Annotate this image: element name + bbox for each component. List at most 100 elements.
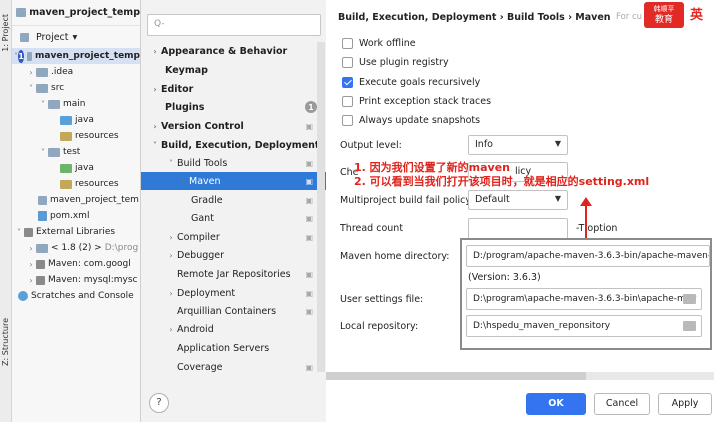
- logo-top-text: 韩顺平: [653, 5, 675, 13]
- maven-home-label: Maven home directory:: [340, 251, 450, 262]
- nav-label: Gant: [191, 212, 214, 224]
- maven-home-input[interactable]: D:/program/apache-maven-3.6.3-bin/apache…: [466, 245, 710, 267]
- tree-item-pom[interactable]: pom.xml: [12, 208, 140, 224]
- nav-compiler[interactable]: › Compiler ▣: [141, 228, 327, 246]
- folder-icon[interactable]: [683, 294, 696, 304]
- help-button[interactable]: ?: [149, 393, 169, 413]
- tree-item-label: Scratches and Console: [31, 291, 134, 301]
- project-scope-icon: ▣: [305, 158, 313, 168]
- chevron-down-icon: ▼: [554, 194, 561, 203]
- watermark-logo: 韩顺平 教育: [644, 2, 684, 28]
- work-offline-checkbox[interactable]: Work offline: [342, 38, 416, 49]
- tree-item-test[interactable]: ˅ test: [12, 144, 140, 160]
- tree-item-src[interactable]: ˅ src: [12, 80, 140, 96]
- nav-label: Android: [177, 323, 214, 335]
- annotation-line-2: 2. 可以看到当我们打开该项目时，就是相应的setting.xml: [354, 175, 650, 188]
- nav-debugger[interactable]: › Debugger: [141, 246, 327, 264]
- breadcrumb: Build, Execution, Deployment › Build Too…: [338, 12, 611, 23]
- tree-item-main-java[interactable]: java: [12, 112, 140, 128]
- tree-item-idea[interactable]: › .idea: [12, 64, 140, 80]
- tree-item-main-resources[interactable]: resources: [12, 128, 140, 144]
- project-view-label: Project: [36, 31, 69, 43]
- nav-arquillian-containers[interactable]: Arquillian Containers ▣: [141, 302, 327, 320]
- chevron-right-icon: ›: [181, 176, 185, 186]
- nav-gradle[interactable]: Gradle ▣: [141, 191, 327, 209]
- nav-label: Maven: [189, 175, 221, 187]
- folder-icon: [36, 67, 48, 77]
- output-level-select[interactable]: Info ▼: [468, 135, 568, 155]
- chevron-right-icon: ›: [169, 324, 173, 334]
- nav-keymap[interactable]: Keymap: [141, 61, 327, 79]
- project-scope-icon: ▣: [305, 232, 313, 242]
- for-current-project-hint: For cu: [616, 12, 643, 22]
- nav-gant[interactable]: Gant ▣: [141, 209, 327, 227]
- print-stack-traces-checkbox[interactable]: Print exception stack traces: [342, 96, 491, 107]
- thread-count-hint: -T option: [576, 223, 618, 234]
- maven-version: (Version: 3.6.3): [468, 272, 541, 283]
- user-settings-label: User settings file:: [340, 294, 424, 305]
- chevron-right-icon: ›: [153, 84, 157, 94]
- nav-build-tools[interactable]: ˅ Build Tools ▣: [141, 154, 327, 172]
- nav-maven[interactable]: › Maven ▣: [141, 172, 327, 190]
- nav-remote-jar-repositories[interactable]: Remote Jar Repositories ▣: [141, 265, 327, 283]
- nav-appearance-behavior[interactable]: › Appearance & Behavior: [141, 42, 327, 60]
- tree-item-iml[interactable]: maven_project_tem: [12, 192, 140, 208]
- tree-item-test-resources[interactable]: resources: [12, 176, 140, 192]
- tree-item-main[interactable]: ˅ main: [12, 96, 140, 112]
- folder-icon[interactable]: [683, 321, 696, 331]
- project-view-icon: [20, 32, 29, 42]
- output-level-value: Info: [475, 139, 493, 150]
- structure-tool-tab[interactable]: Z: Structure: [1, 318, 10, 366]
- tree-item-maven-google[interactable]: › Maven: com.googl: [12, 256, 140, 272]
- tree-item-jdk[interactable]: › < 1.8 (2) > D:\prog: [12, 240, 140, 256]
- chevron-right-icon: ›: [169, 288, 173, 298]
- horizontal-scrollbar-thumb[interactable]: [326, 372, 586, 380]
- user-settings-input[interactable]: D:\program\apache-maven-3.6.3-bin\apache…: [466, 288, 702, 310]
- tree-item-external-libraries[interactable]: ˅ External Libraries: [12, 224, 140, 240]
- nav-version-control[interactable]: › Version Control ▣: [141, 117, 327, 135]
- project-tool-tab[interactable]: 1: Project: [1, 14, 10, 52]
- project-scope-icon: ▣: [305, 121, 313, 131]
- execute-goals-recursively-checkbox[interactable]: Execute goals recursively: [342, 77, 480, 88]
- chevron-right-icon: ›: [153, 46, 157, 56]
- cancel-button[interactable]: Cancel: [594, 393, 650, 415]
- nav-label: Coverage: [177, 361, 223, 373]
- checkbox-label: Use plugin registry: [359, 57, 449, 68]
- nav-editor[interactable]: › Editor: [141, 80, 327, 98]
- apply-button[interactable]: Apply: [658, 393, 712, 415]
- tree-item-scratches[interactable]: Scratches and Console: [12, 288, 140, 304]
- tree-item-label: main: [63, 99, 86, 109]
- tree-item-label: resources: [75, 131, 119, 141]
- local-repository-label: Local repository:: [340, 321, 419, 332]
- nav-label: Application Servers: [177, 342, 270, 354]
- tree-item-label: pom.xml: [50, 211, 90, 221]
- tree-item-label: java: [75, 163, 94, 173]
- nav-scrollbar[interactable]: [317, 42, 325, 372]
- nav-label: Version Control: [161, 120, 244, 132]
- settings-search-input[interactable]: Q-: [147, 14, 321, 36]
- multiproject-fail-policy-select[interactable]: Default ▼: [468, 190, 568, 210]
- nav-label: Deployment: [177, 287, 236, 299]
- chevron-down-icon: ˅: [153, 140, 157, 150]
- tree-item-project-root[interactable]: ˅ 1 maven_project_temp: [12, 48, 140, 64]
- nav-deployment[interactable]: › Deployment ▣: [141, 284, 327, 302]
- project-view-selector[interactable]: Project ▾: [12, 26, 140, 48]
- tree-item-test-java[interactable]: java: [12, 160, 140, 176]
- nav-label: Editor: [161, 83, 194, 95]
- tree-item-maven-mysql[interactable]: › Maven: mysql:mysc: [12, 272, 140, 288]
- nav-plugins[interactable]: Plugins 1: [141, 98, 327, 116]
- ok-button[interactable]: OK: [526, 393, 586, 415]
- always-update-snapshots-checkbox[interactable]: Always update snapshots: [342, 115, 480, 126]
- nav-label: Keymap: [165, 64, 208, 76]
- thread-count-input[interactable]: [468, 218, 568, 240]
- chevron-right-icon: ›: [29, 67, 33, 77]
- use-plugin-registry-checkbox[interactable]: Use plugin registry: [342, 57, 449, 68]
- local-repository-input[interactable]: D:\hspedu_maven_reponsitory: [466, 315, 702, 337]
- nav-build-execution-deployment[interactable]: ˅ Build, Execution, Deployment: [141, 136, 327, 154]
- nav-coverage[interactable]: Coverage ▣: [141, 358, 327, 376]
- nav-label: Build, Execution, Deployment: [161, 139, 320, 151]
- nav-application-servers[interactable]: Application Servers: [141, 339, 327, 357]
- search-icon: Q-: [154, 19, 165, 29]
- nav-label: Arquillian Containers: [177, 305, 277, 317]
- nav-android[interactable]: › Android: [141, 320, 327, 338]
